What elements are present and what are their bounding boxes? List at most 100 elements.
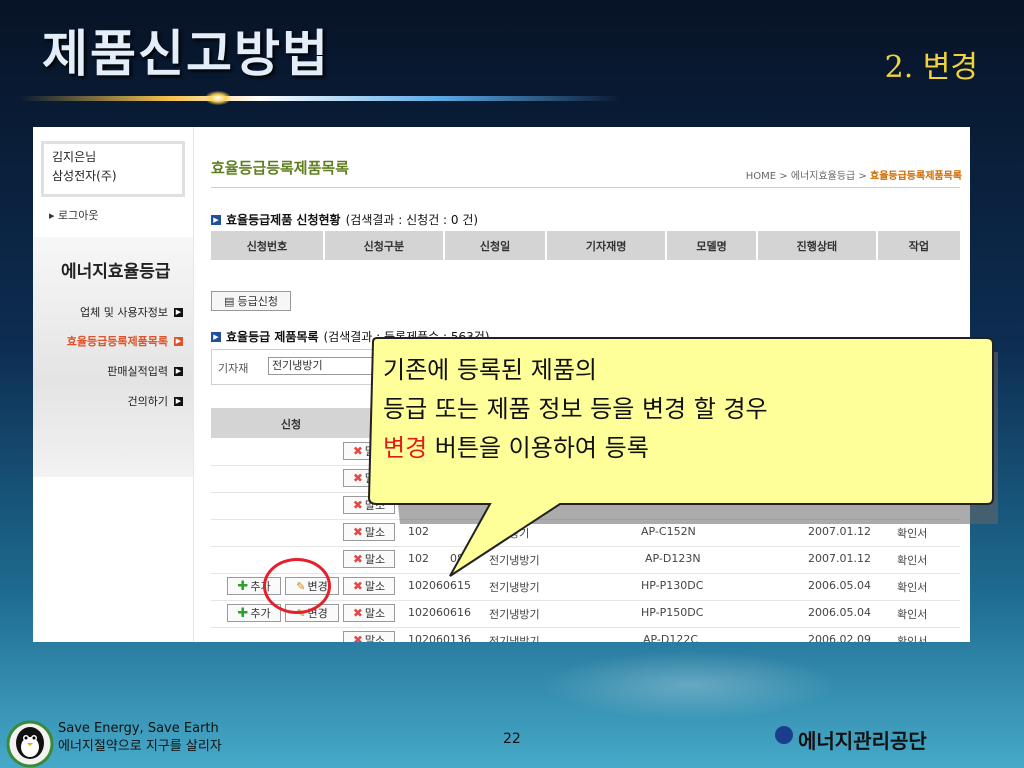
page-number: 22 xyxy=(503,731,521,747)
application-status-table: 신청번호 신청구분 신청일 기자재명 모델명 진행상태 작업 xyxy=(211,231,960,260)
certificate-link[interactable]: 확인서 xyxy=(897,633,927,642)
x-icon: ✖ xyxy=(352,633,363,642)
registration-date: 2006.05.04 xyxy=(808,606,871,619)
add-button[interactable]: ✚ 추가 xyxy=(227,604,281,622)
model-name: AP-D123N xyxy=(645,552,701,565)
equipment-name: 전기냉방기 xyxy=(489,581,540,594)
plus-icon: ✚ xyxy=(237,578,249,594)
cancel-button[interactable]: ✖말소 xyxy=(343,604,395,622)
chevron-right-icon: ▶ xyxy=(174,307,183,317)
callout-line-1: 기존에 등록된 제품의 xyxy=(383,356,597,384)
breadcrumb-separator: > xyxy=(779,171,788,182)
equipment-name: 전기냉방기 xyxy=(489,608,540,621)
chevron-right-icon: ▶ xyxy=(174,336,183,346)
x-icon: ✖ xyxy=(352,498,363,512)
model-name: AP-D122C xyxy=(643,633,699,642)
org-name: 에너지관리공단 xyxy=(798,729,927,753)
column-header: 진행상태 xyxy=(756,231,878,260)
title-underline xyxy=(20,96,620,101)
breadcrumb-home[interactable]: HOME xyxy=(746,171,776,182)
cancel-label: 말소 xyxy=(364,526,386,539)
column-header: 모델명 xyxy=(666,231,758,260)
product-code: 102060616 xyxy=(408,606,471,619)
footer-line-2: 에너지절약으로 지구를 살리자 xyxy=(58,739,222,754)
sidebar-item-suggestion[interactable]: 건의하기 ▶ xyxy=(128,393,183,409)
column-header: 신청일 xyxy=(443,231,548,260)
sidebar-item-label: 업체 및 사용자정보 xyxy=(80,306,168,319)
section-bullet-icon: ▶ xyxy=(211,331,221,342)
register-grade-button[interactable]: ▤ 등급신청 xyxy=(211,291,291,311)
light-streak xyxy=(540,650,840,720)
user-info-box: 김지은님 삼성전자(주) xyxy=(41,141,185,197)
x-icon: ✖ xyxy=(352,606,363,620)
certificate-link[interactable]: 확인서 xyxy=(897,579,927,595)
slide-subtitle: 2. 변경 xyxy=(884,50,978,85)
title-glow xyxy=(205,91,231,105)
chevron-right-icon: ▶ xyxy=(174,396,183,406)
certificate-link[interactable]: 확인서 xyxy=(897,525,927,541)
equipment-name: 전기냉방기 xyxy=(489,635,540,642)
left-panel: 김지은님 삼성전자(주) ▸ 로그아웃 에너지효율등급 업체 및 사용자정보 ▶ … xyxy=(33,127,194,642)
section-title: 효율등급 제품목록 xyxy=(226,330,319,344)
logout-link[interactable]: ▸ 로그아웃 xyxy=(49,207,99,223)
product-code: 102 xyxy=(408,525,429,538)
org-logo-icon xyxy=(775,726,793,744)
sidebar-item-company-user-info[interactable]: 업체 및 사용자정보 ▶ xyxy=(80,304,183,320)
cancel-button[interactable]: ✖말소 xyxy=(343,550,395,568)
callout-line-3: 변경 버튼을 이용하여 등록 xyxy=(383,429,983,468)
x-icon: ✖ xyxy=(352,552,363,566)
add-label: 추가 xyxy=(250,607,271,620)
column-header: 신청번호 xyxy=(211,231,326,260)
cancel-button[interactable]: ✖말소 xyxy=(343,523,395,541)
section-title: 효율등급제품 신청현황 xyxy=(226,213,341,227)
table-row: ✖ 말소 102060136 전기냉방기 AP-D122C 2006.02.09 … xyxy=(211,627,960,642)
sidebar-item-label: 효율등급등록제품목록 xyxy=(66,335,168,348)
plus-icon: ✚ xyxy=(237,605,249,621)
model-name: HP-P150DC xyxy=(641,606,704,619)
column-header-apply: 신청 xyxy=(280,418,302,431)
registration-date: 2007.01.12 xyxy=(808,525,871,538)
logout-label: 로그아웃 xyxy=(58,209,99,222)
sidebar-heading: 에너지효율등급 xyxy=(61,262,171,282)
breadcrumb-level1[interactable]: 에너지효율등급 xyxy=(791,171,855,182)
registration-date: 2006.05.04 xyxy=(808,579,871,592)
sidebar-item-sales-input[interactable]: 판매실적입력 ▶ xyxy=(107,363,183,379)
table-row: ✚ 추가 ✎ 변경 ✖ 말소 102060616 전기냉방기 HP-P150DC 20… xyxy=(211,600,960,628)
certificate-link[interactable]: 확인서 xyxy=(897,552,927,568)
page-title: 효율등급등록제품목록 xyxy=(211,159,350,177)
breadcrumb-separator: > xyxy=(858,171,867,182)
section-bullet-icon: ▶ xyxy=(211,214,221,225)
chevron-right-icon: ▶ xyxy=(174,366,183,376)
product-code: 102 xyxy=(408,552,429,565)
x-icon: ✖ xyxy=(352,444,363,458)
application-status-heading: ▶ 효율등급제품 신청현황 (검색결과 : 신청건 : 0 건) xyxy=(211,211,478,228)
product-code: 102060615 xyxy=(408,579,471,592)
document-icon: ▤ xyxy=(224,294,235,308)
cancel-label: 말소 xyxy=(364,553,386,566)
callout-text: 기존에 등록된 제품의 등급 또는 제품 정보 등을 변경 할 경우 변경 버튼… xyxy=(383,351,983,468)
model-name: HP-P130DC xyxy=(641,579,704,592)
footer-line-1: Save Energy, Save Earth xyxy=(58,721,219,736)
model-name: AP-C152N xyxy=(641,525,696,538)
sidebar-item-registered-products[interactable]: 효율등급등록제품목록 ▶ xyxy=(67,333,183,349)
registration-date: 2007.01.12 xyxy=(808,552,871,565)
slide-title: 제품신고방법 xyxy=(42,24,330,83)
footer-slogan: Save Energy, Save Earth 에너지절약으로 지구를 살리자 xyxy=(58,720,222,756)
equipment-select[interactable]: 전기냉방기 xyxy=(268,357,378,375)
cancel-button[interactable]: ✖말소 xyxy=(343,577,395,595)
cancel-label: 말소 xyxy=(364,607,386,620)
cancel-button[interactable]: ✖말소 xyxy=(343,631,395,642)
x-icon: ✖ xyxy=(352,525,363,539)
column-header: 기자재명 xyxy=(546,231,668,260)
mascot-penguin-icon xyxy=(6,720,54,768)
user-company: 삼성전자(주) xyxy=(52,169,117,183)
certificate-link[interactable]: 확인서 xyxy=(897,606,927,622)
callout-highlight-word: 변경 xyxy=(383,434,428,462)
table-header-row: 신청번호 신청구분 신청일 기자재명 모델명 진행상태 작업 xyxy=(211,231,960,260)
filter-label: 기자재 xyxy=(218,362,249,375)
x-icon: ✖ xyxy=(352,579,363,593)
title-rule xyxy=(211,187,960,188)
user-name: 김지은님 xyxy=(52,150,97,164)
breadcrumb: HOME > 에너지효율등급 > 효율등급등록제품목록 xyxy=(746,167,962,182)
product-code: 102060136 xyxy=(408,633,471,642)
